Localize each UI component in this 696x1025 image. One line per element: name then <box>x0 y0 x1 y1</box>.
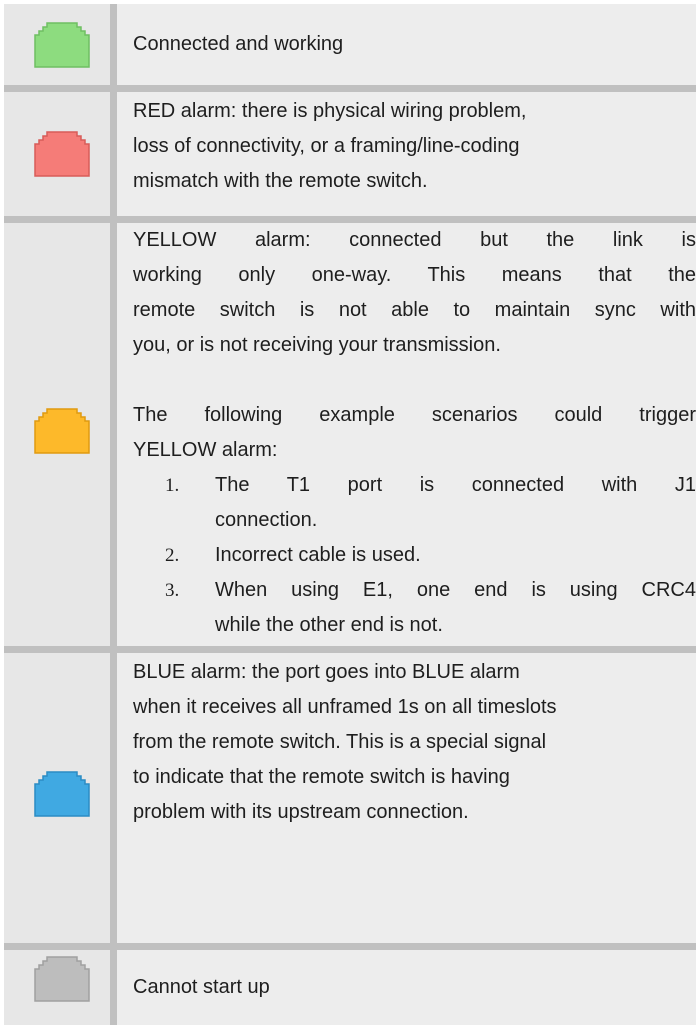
blue-line-2: when it receives all unframed 1s on all … <box>133 696 557 718</box>
scenario-number: 1. <box>165 475 180 496</box>
blue-line-5: problem with its upstream connection. <box>133 801 469 823</box>
scenario-list: 1. The T1 port is connected with J1 conn… <box>133 468 696 643</box>
icon-cell <box>4 223 110 646</box>
blue-line-1: BLUE alarm: the port goes into BLUE alar… <box>133 661 520 683</box>
scenario-item-2: 2. Incorrect cable is used. <box>133 538 696 573</box>
scenario-text: Incorrect cable is used. <box>215 544 421 566</box>
yellow-line-3: remote switch is not able to maintain sy… <box>133 299 696 321</box>
text-cell: YELLOW alarm: connected but the link is … <box>117 223 696 646</box>
scenario-item-3: 3. When using E1, one end is using CRC4 … <box>133 573 696 643</box>
port-green-icon <box>34 22 90 68</box>
port-yellow-icon <box>34 408 90 454</box>
scenario-number: 2. <box>165 545 180 566</box>
blue-line-4: to indicate that the remote switch is ha… <box>133 766 510 788</box>
red-line-1: RED alarm: there is physical wiring prob… <box>133 100 527 122</box>
red-line-3: mismatch with the remote switch. <box>133 170 428 192</box>
scenario-text: while the other end is not. <box>215 614 443 636</box>
yellow-line-2: working only one-way. This means that th… <box>133 264 696 286</box>
scenario-number: 3. <box>165 580 180 601</box>
status-row-green: Connected and working <box>4 4 696 85</box>
status-row-yellow: YELLOW alarm: connected but the link is … <box>4 223 696 646</box>
icon-cell <box>4 653 110 943</box>
scenario-item-1: 1. The T1 port is connected with J1 conn… <box>133 468 696 538</box>
status-row-blue: BLUE alarm: the port goes into BLUE alar… <box>4 653 696 943</box>
scenario-text: connection. <box>215 509 318 531</box>
port-red-icon <box>34 131 90 177</box>
status-row-gray: Cannot start up <box>4 950 696 1025</box>
text-cell: Cannot start up <box>117 950 696 1025</box>
icon-cell <box>4 92 110 216</box>
status-description: Connected and working <box>133 33 344 55</box>
text-cell: BLUE alarm: the port goes into BLUE alar… <box>117 653 696 943</box>
scenario-text: The T1 port is connected with J1 <box>215 474 696 496</box>
red-line-2: loss of connectivity, or a framing/line-… <box>133 135 520 157</box>
icon-cell <box>4 950 110 1025</box>
blue-line-3: from the remote switch. This is a specia… <box>133 731 547 753</box>
port-status-table: Connected and working RED alarm: there i… <box>4 4 696 1025</box>
yellow-line-4: you, or is not receiving your transmissi… <box>133 334 501 356</box>
text-cell: RED alarm: there is physical wiring prob… <box>117 92 696 216</box>
scenario-text: When using E1, one end is using CRC4 <box>215 579 696 601</box>
status-row-red: RED alarm: there is physical wiring prob… <box>4 92 696 216</box>
text-cell: Connected and working <box>117 4 696 85</box>
status-description: Cannot start up <box>133 976 270 998</box>
example-line-1: The following example scenarios could tr… <box>133 404 696 426</box>
port-gray-icon <box>34 956 90 1002</box>
port-blue-icon <box>34 771 90 817</box>
icon-cell <box>4 4 110 85</box>
example-line-2: YELLOW alarm: <box>133 439 278 461</box>
yellow-line-1: YELLOW alarm: connected but the link is <box>133 229 696 251</box>
